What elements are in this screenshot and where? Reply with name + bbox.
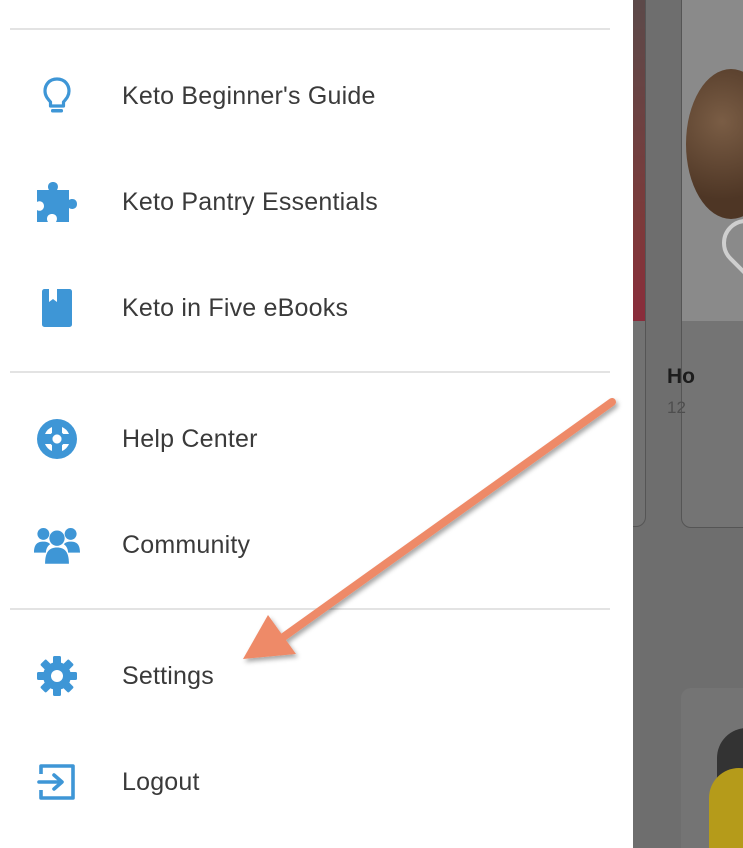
background-person-shirt [709, 768, 743, 848]
menu-item-label: Keto in Five eBooks [122, 293, 349, 322]
menu-divider [10, 371, 610, 373]
menu-item-label: Logout [122, 767, 200, 796]
background-recipe-card-right [681, 0, 743, 528]
lightbulb-icon [34, 73, 80, 119]
menu-item-keto-pantry-essentials[interactable]: Keto Pantry Essentials [0, 162, 633, 242]
background-card-subtitle: 12 [667, 398, 686, 417]
users-icon [34, 522, 80, 568]
navigation-drawer: Keto Beginner's Guide Keto Pantry Essent… [0, 0, 633, 848]
menu-item-community[interactable]: Community [0, 505, 633, 585]
menu-item-settings[interactable]: Settings [0, 636, 633, 716]
book-icon [34, 285, 80, 331]
menu-item-label: Help Center [122, 424, 258, 453]
menu-item-keto-beginners-guide[interactable]: Keto Beginner's Guide [0, 56, 633, 136]
puzzle-icon [34, 179, 80, 225]
background-card-title: Ho [667, 365, 695, 388]
logout-icon [34, 759, 80, 805]
gear-icon [34, 653, 80, 699]
lifebuoy-icon [34, 416, 80, 462]
menu-item-keto-in-five-ebooks[interactable]: Keto in Five eBooks [0, 268, 633, 348]
background-recipe-image [633, 0, 645, 321]
menu-divider [10, 28, 610, 30]
menu-divider [10, 608, 610, 610]
background-recipe-card-left [633, 0, 646, 527]
background-app: Ho 12 [633, 0, 743, 848]
menu-item-help-center[interactable]: Help Center [0, 399, 633, 479]
menu-item-label: Keto Pantry Essentials [122, 187, 378, 216]
background-card-bottom [681, 688, 743, 848]
menu-item-label: Community [122, 530, 251, 559]
menu-item-logout[interactable]: Logout [0, 742, 633, 822]
menu-item-label: Settings [122, 661, 214, 690]
menu-item-label: Keto Beginner's Guide [122, 81, 376, 110]
